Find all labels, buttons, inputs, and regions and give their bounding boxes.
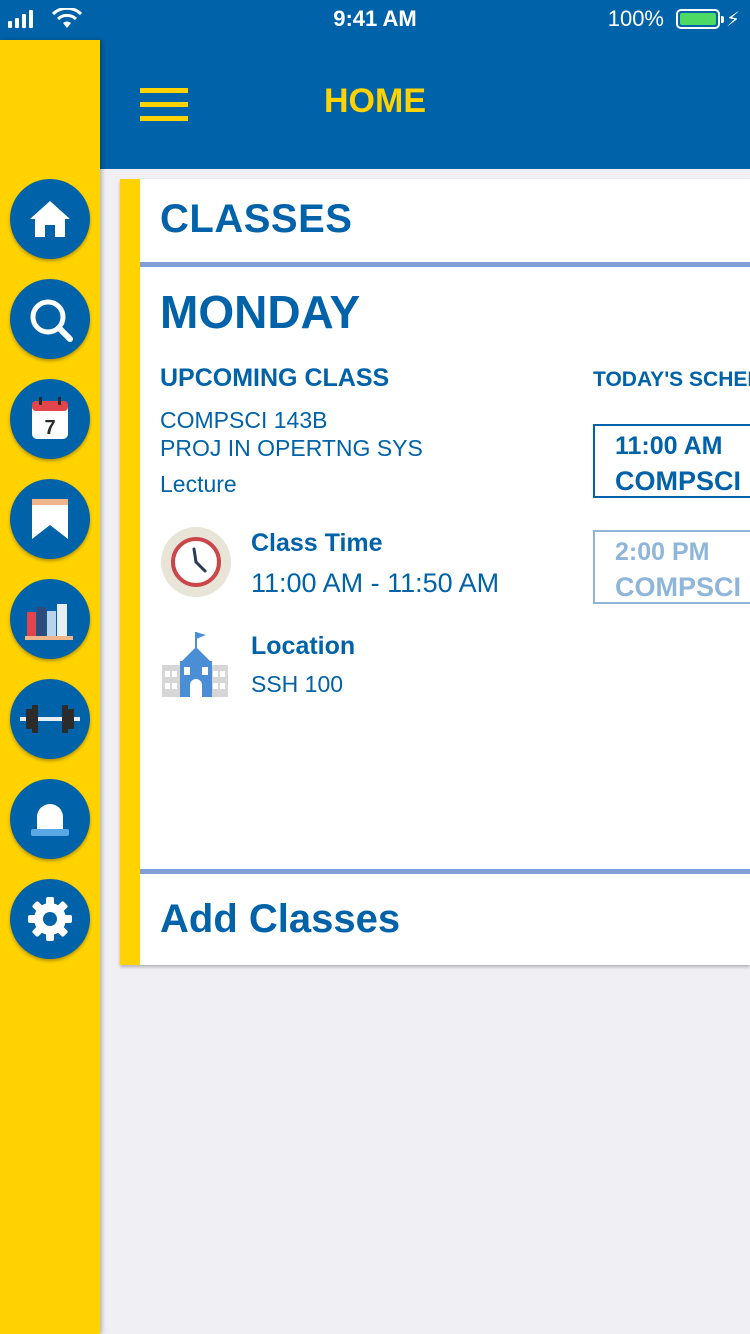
location-value: SSH 100 (251, 671, 344, 697)
todays-schedule-label: TODAY'S SCHEDULE (593, 368, 750, 391)
battery-icon (676, 9, 724, 29)
sidebar-item-fitness[interactable] (10, 679, 90, 759)
sidebar-item-settings[interactable] (10, 879, 90, 959)
calendar-badge: 7 (44, 417, 55, 439)
sidebar-item-notifications[interactable] (10, 779, 90, 859)
search-icon (30, 299, 73, 342)
sidebar-item-search[interactable] (10, 279, 90, 359)
charging-icon: ⚡︎ (725, 9, 740, 31)
sidebar-item-library[interactable] (10, 579, 90, 659)
classes-title: CLASSES (160, 197, 353, 241)
dumbbell-icon (20, 705, 80, 733)
battery-percentage: 100% (607, 6, 664, 31)
gear-icon (28, 897, 72, 941)
schedule-item[interactable]: 2:00 PM COMPSCI (593, 530, 750, 604)
course-code: COMPSCI 143B (160, 407, 328, 433)
schedule-item-time: 2:00 PM (615, 538, 710, 566)
sidebar-item-bookmark[interactable] (10, 479, 90, 559)
status-bar: 9:41 AM 100% ⚡︎ (0, 0, 750, 40)
bookmark-icon (32, 499, 68, 539)
location-label: Location (251, 632, 356, 660)
course-name: PROJ IN OPERTNG SYS (160, 435, 423, 461)
clock-icon (161, 527, 231, 597)
sidebar-item-calendar[interactable]: 7 (10, 379, 90, 459)
schedule-item[interactable]: 11:00 AM COMPSCI 143B (593, 424, 750, 498)
home-icon (30, 201, 70, 237)
card-accent-stripe (120, 179, 140, 965)
schedule-item-time: 11:00 AM (615, 432, 723, 460)
schedule-item-course: COMPSCI 143B (615, 466, 750, 496)
class-time-value: 11:00 AM - 11:50 AM (251, 568, 500, 598)
class-time-label: Class Time (251, 529, 383, 557)
bell-icon (31, 804, 69, 836)
schedule-item-course: COMPSCI (615, 572, 742, 602)
sidebar-item-home[interactable] (10, 179, 90, 259)
day-heading: MONDAY (160, 286, 361, 338)
books-icon (25, 604, 73, 640)
calendar-icon: 7 (32, 397, 68, 439)
divider (140, 869, 750, 874)
add-classes-button[interactable]: Add Classes (160, 897, 400, 942)
page-title: HOME (324, 82, 426, 120)
classes-card: CLASSES MONDAY UPCOMING CLASS COMPSCI 14… (120, 179, 750, 965)
upcoming-class-label: UPCOMING CLASS (160, 364, 390, 392)
divider (140, 262, 750, 267)
school-building-icon (162, 632, 228, 697)
course-type: Lecture (160, 471, 237, 497)
sidebar: 7 (0, 40, 100, 1334)
